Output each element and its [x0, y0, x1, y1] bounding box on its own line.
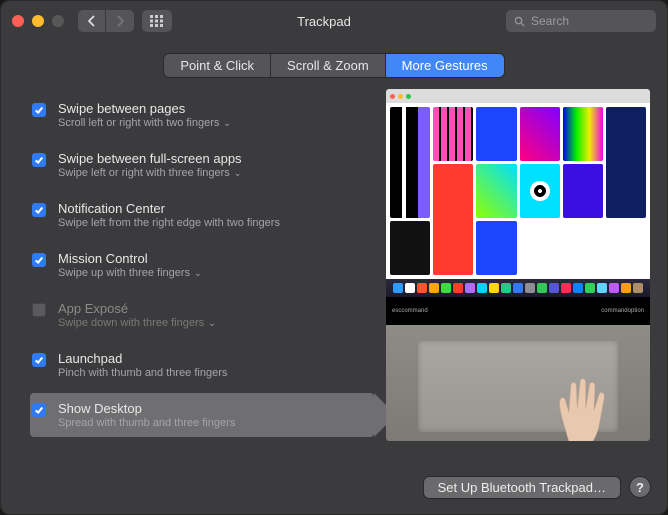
setup-bluetooth-button[interactable]: Set Up Bluetooth Trackpad… [424, 477, 620, 498]
checkbox[interactable] [32, 403, 46, 417]
show-all-button[interactable] [142, 10, 172, 32]
close-icon[interactable] [12, 15, 24, 27]
traffic-lights [12, 15, 64, 27]
forward-button [106, 10, 134, 32]
option-subtitle: Spread with thumb and three fingers [58, 417, 235, 429]
option-launchpad[interactable]: LaunchpadPinch with thumb and three fing… [30, 343, 374, 387]
minimize-icon[interactable] [32, 15, 44, 27]
option-subtitle[interactable]: Scroll left or right with two fingers⌄ [58, 117, 231, 129]
option-subtitle[interactable]: Swipe left or right with three fingers⌄ [58, 167, 242, 179]
content: Swipe between pagesScroll left or right … [0, 93, 668, 459]
chevron-down-icon: ⌄ [208, 318, 216, 329]
titlebar: Trackpad Search [0, 0, 668, 42]
checkbox[interactable] [32, 353, 46, 367]
checkbox[interactable] [32, 153, 46, 167]
checkbox[interactable] [32, 203, 46, 217]
preview-trackpad [386, 325, 650, 441]
zoom-icon [52, 15, 64, 27]
tab-scroll-zoom[interactable]: Scroll & Zoom [271, 54, 386, 77]
option-app-expos-[interactable]: App ExposéSwipe down with three fingers⌄ [30, 293, 374, 337]
option-subtitle: Pinch with thumb and three fingers [58, 367, 227, 379]
option-swipe-between-full-screen-apps[interactable]: Swipe between full-screen appsSwipe left… [30, 143, 374, 187]
search-input[interactable]: Search [506, 10, 656, 32]
tabs: Point & ClickScroll & ZoomMore Gestures [0, 42, 668, 93]
gesture-preview: esc command command option [386, 89, 650, 441]
chevron-down-icon: ⌄ [194, 268, 202, 279]
tab-more-gestures[interactable]: More Gestures [386, 54, 504, 77]
search-icon [514, 16, 525, 27]
option-subtitle[interactable]: Swipe down with three fingers⌄ [58, 317, 216, 329]
chevron-down-icon: ⌄ [234, 168, 242, 179]
back-button[interactable] [78, 10, 106, 32]
preview-dock [386, 279, 650, 297]
option-notification-center[interactable]: Notification CenterSwipe left from the r… [30, 193, 374, 237]
help-button[interactable]: ? [630, 477, 650, 497]
checkbox[interactable] [32, 303, 46, 317]
option-mission-control[interactable]: Mission ControlSwipe up with three finge… [30, 243, 374, 287]
checkbox[interactable] [32, 253, 46, 267]
gesture-options: Swipe between pagesScroll left or right … [30, 93, 374, 459]
window-title: Trackpad [172, 14, 506, 29]
preview-gallery [386, 103, 650, 279]
tab-point-click[interactable]: Point & Click [164, 54, 271, 77]
option-title: Swipe between full-screen apps [58, 151, 242, 166]
preview-window-chrome [386, 89, 650, 103]
option-subtitle: Swipe left from the right edge with two … [58, 217, 280, 229]
option-title: App Exposé [58, 301, 216, 316]
preview-screen [386, 89, 650, 297]
option-show-desktop[interactable]: Show DesktopSpread with thumb and three … [30, 393, 374, 437]
option-title: Mission Control [58, 251, 202, 266]
option-title: Swipe between pages [58, 101, 231, 116]
footer: Set Up Bluetooth Trackpad… ? [0, 459, 668, 515]
preview-touchbar: esc command command option [386, 297, 650, 325]
chevron-down-icon: ⌄ [223, 118, 231, 129]
checkbox[interactable] [32, 103, 46, 117]
option-title: Show Desktop [58, 401, 235, 416]
option-swipe-between-pages[interactable]: Swipe between pagesScroll left or right … [30, 93, 374, 137]
option-subtitle[interactable]: Swipe up with three fingers⌄ [58, 267, 202, 279]
nav-buttons [78, 10, 134, 32]
search-placeholder: Search [531, 14, 569, 28]
option-title: Notification Center [58, 201, 280, 216]
hand-icon [481, 355, 650, 441]
option-title: Launchpad [58, 351, 227, 366]
preferences-window: Trackpad Search Point & ClickScroll & Zo… [0, 0, 668, 515]
